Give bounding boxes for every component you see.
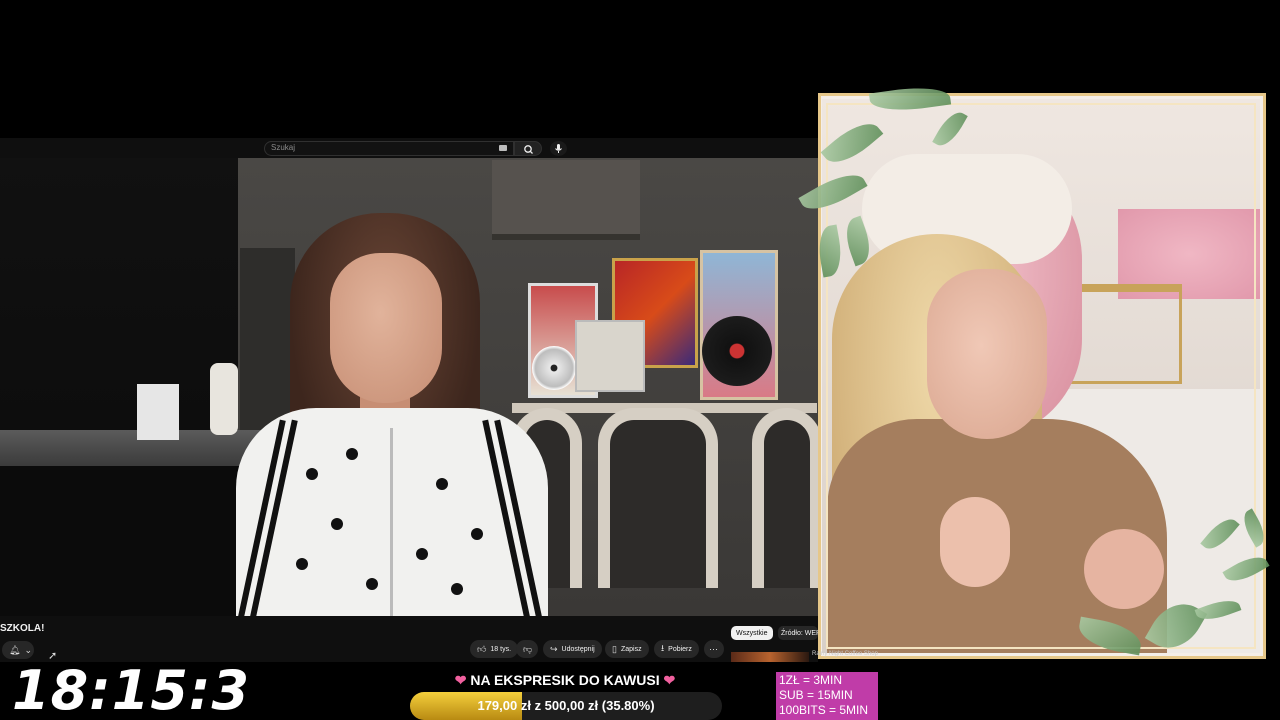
rate-line: 100BITS = 5MIN [779,703,869,717]
polka-dot [296,558,308,570]
vase [210,363,238,435]
recommendation-thumbnail[interactable] [731,652,809,662]
thumbs-up-icon: 👍︎ [477,643,487,654]
download-icon: ⭳ [661,643,665,653]
polka-dot [451,583,463,595]
stream-canvas: Szukaj SZKOLA! 🔔︎ ⌄ 👍︎ 18 tys. 👎︎ ↪ Udos… [0,0,1280,720]
polka-dot [366,578,378,590]
goal-title-text: NA EKSPRESIK DO KAWUSI [470,672,660,688]
donation-goal-title: ❤ NA EKSPRESIK DO KAWUSI ❤ [410,672,720,689]
polka-dot [306,468,318,480]
polka-dot [331,518,343,530]
heart-icon: ❤ [454,672,467,688]
presenter-jacket [236,408,548,616]
jacket-stripe [482,419,532,616]
recommendation-title[interactable]: Rainy Night Coffee Shop [812,651,878,657]
donation-goal-bar: 179,00 zł z 500,00 zł (35.80%) [410,692,722,720]
more-actions-button[interactable]: ⋯ [704,640,724,658]
jacket-zipper [390,428,393,616]
microphone-icon [555,144,562,153]
share-label: Udostępnij [561,645,595,653]
streamer-hand [940,497,1010,587]
webcam-feed [822,99,1260,653]
bookmark-icon: ▯ [612,643,617,654]
kitchen-counter [0,430,262,466]
arch-shelf [752,408,818,588]
rate-line: 1ZŁ = 3MIN [779,673,843,687]
filter-chip-all[interactable]: Wszystkie [731,626,773,640]
save-label: Zapisz [620,645,642,653]
keyboard-icon[interactable] [499,145,507,151]
video-player[interactable] [0,158,818,616]
share-button[interactable]: ↪ Udostępnij [543,640,602,658]
webcam-panel [818,93,1266,659]
arch-shelf [598,408,718,588]
filter-chip-source[interactable]: Źródło: WER [778,626,818,640]
presenter-face [330,253,442,403]
download-button[interactable]: ⭳ Pobierz [654,640,699,658]
streamer-face [927,269,1047,439]
subathon-timer: 18:15:3 [12,659,251,720]
like-button[interactable]: 👍︎ 18 tys. [470,640,519,658]
counter-base [0,466,262,616]
voice-search-button[interactable] [550,141,567,156]
award-disc [532,346,576,390]
search-input[interactable]: Szukaj [264,141,514,156]
vinyl-record [702,316,772,386]
bell-icon: 🔔︎ [9,644,21,655]
youtube-window: Szukaj SZKOLA! 🔔︎ ⌄ 👍︎ 18 tys. 👎︎ ↪ Udos… [0,138,818,662]
notifications-button[interactable]: 🔔︎ ⌄ [2,641,34,659]
youtube-topbar: Szukaj [0,138,818,158]
play-button-plaque [575,320,645,392]
search-placeholder: Szukaj [271,143,296,152]
donation-goal-text: 179,00 zł z 500,00 zł (35.80%) [477,698,655,713]
chevron-down-icon: ⌄ [24,644,32,655]
search-button[interactable] [514,141,542,156]
polka-dot [471,528,483,540]
share-icon: ↪ [550,643,558,654]
heart-icon: ❤ [663,672,676,688]
thumbs-down-icon: 👎︎ [523,643,533,654]
like-count: 18 tys. [490,645,512,653]
video-title: SZKOLA! [0,623,45,634]
dislike-button[interactable]: 👎︎ [516,640,538,658]
save-button[interactable]: ▯ Zapisz [605,640,649,658]
polka-dot [416,548,428,560]
rate-line: SUB = 15MIN [779,688,853,702]
subathon-rates: 1ZŁ = 3MIN SUB = 15MIN 100BITS = 5MIN [776,672,878,720]
more-icon: ⋯ [709,643,718,654]
download-label: Pobierz [668,645,692,653]
book [137,384,179,440]
streamer-hand [1084,529,1164,609]
search-icon [524,145,533,154]
air-conditioner [492,160,640,240]
polka-dot [346,448,358,460]
polka-dot [436,478,448,490]
